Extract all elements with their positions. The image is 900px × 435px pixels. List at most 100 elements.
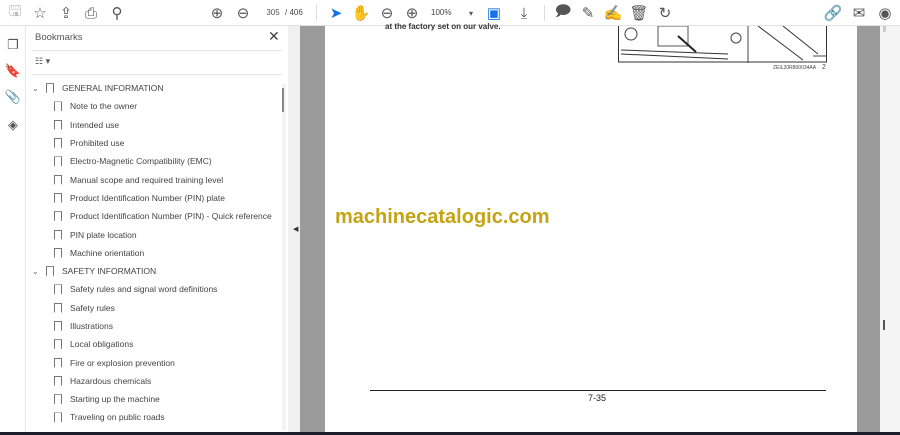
bookmark-item[interactable]: Illustrations: [26, 317, 282, 335]
bookmark-label: Product Identification Number (PIN) plat…: [70, 192, 225, 203]
bookmark-icon: [54, 339, 62, 350]
page-display-icon[interactable]: ▣: [484, 3, 504, 23]
bookmark-item[interactable]: Product Identification Number (PIN) plat…: [26, 189, 282, 207]
bookmark-label: Starting up the machine: [70, 394, 160, 405]
email-icon[interactable]: ✉: [849, 3, 869, 23]
page-thumbnails-icon[interactable]: ❐: [4, 36, 22, 54]
cloud-upload-icon[interactable]: ⇪: [56, 3, 76, 23]
panel-scrollbar-thumb[interactable]: [282, 88, 284, 112]
bookmark-item[interactable]: PIN plate location: [26, 225, 282, 243]
scrollbar-thumb[interactable]: [883, 26, 886, 32]
bookmark-label: Traveling on public roads: [70, 412, 165, 423]
bookmark-item[interactable]: Electro-Magnetic Compatibility (EMC): [26, 152, 282, 170]
bookmark-label: GENERAL INFORMATION: [62, 83, 164, 94]
bookmark-item[interactable]: Safety rules: [26, 299, 282, 317]
chevron-down-icon[interactable]: ⌄: [32, 84, 44, 93]
print-icon[interactable]: ⎙: [81, 3, 101, 23]
zoom-in-icon[interactable]: ⊕: [402, 3, 422, 23]
bookmark-icon: [54, 156, 62, 167]
attachment-icon[interactable]: 📎: [4, 88, 22, 106]
expand-panel-handle[interactable]: [883, 320, 885, 330]
bookmark-item[interactable]: Local obligations: [26, 335, 282, 353]
sign-icon[interactable]: ✍: [603, 3, 623, 23]
page-number-input[interactable]: 305: [262, 5, 284, 21]
bookmark-item[interactable]: Starting up the machine: [26, 390, 282, 408]
bookmark-label: Illustrations: [70, 321, 113, 331]
bookmarks-panel: Bookmarks ✕ ☷ ▾ ⌄ GENERAL INFORMATION Note…: [26, 26, 288, 432]
bookmark-item[interactable]: Intended use: [26, 116, 282, 134]
bookmark-item[interactable]: Prohibited use: [26, 134, 282, 152]
bookmark-label: Local obligations: [70, 339, 134, 350]
share-link-icon[interactable]: 🔗: [823, 3, 843, 23]
bookmark-label: Product Identification Number (PIN) - Qu…: [70, 211, 272, 222]
bookmark-item[interactable]: Machine orientation: [26, 244, 282, 262]
close-icon[interactable]: ✕: [268, 28, 280, 45]
bookmark-item[interactable]: ⌄ SAFETY INFORMATION: [26, 262, 282, 280]
bookmark-item[interactable]: Product Identification Number (PIN) - Qu…: [26, 207, 282, 225]
bookmark-icon: [54, 119, 62, 130]
bookmark-label: Prohibited use: [70, 138, 125, 149]
bookmark-label: Safety rules: [70, 302, 115, 313]
bookmark-icon: [54, 284, 62, 295]
bookmark-icon: [54, 229, 62, 240]
collapse-panel-icon[interactable]: ◀: [293, 225, 298, 233]
panel-scrollbar[interactable]: [282, 84, 286, 430]
comment-icon[interactable]: 🗩: [553, 3, 573, 23]
right-panel-strip: [880, 26, 900, 432]
find-icon[interactable]: ⚲: [107, 3, 127, 23]
bookmark-icon: [46, 83, 54, 94]
left-rail: ❐ 🔖 📎 ◈: [0, 26, 26, 435]
bookmark-item[interactable]: Safety rules and signal word definitions: [26, 280, 282, 298]
scroll-mode-icon[interactable]: ⤓: [514, 3, 534, 23]
bookmark-item[interactable]: Traveling on public roads: [26, 408, 282, 426]
chevron-down-icon[interactable]: ▾: [461, 3, 481, 23]
bookmark-icon[interactable]: 🔖: [4, 62, 22, 80]
figure-code: ZEIL20R800034AA: [773, 65, 817, 71]
bookmark-icon: [54, 357, 62, 368]
page-down-icon[interactable]: ⊖: [233, 3, 253, 23]
divider: [316, 5, 317, 21]
bookmark-item[interactable]: Manual scope and required training level: [26, 170, 282, 188]
account-icon[interactable]: ◉: [875, 3, 895, 23]
bookmark-icon: [54, 412, 62, 423]
page-footer-number: 7-35: [588, 393, 607, 403]
bookmark-list: ⌄ GENERAL INFORMATION Note to the owner Int…: [26, 79, 282, 427]
bookmark-label: PIN plate location: [70, 229, 137, 240]
bookmark-item[interactable]: Fire or explosion prevention: [26, 353, 282, 371]
bookmark-options-button[interactable]: ☷ ▾: [35, 56, 50, 67]
bookmark-item[interactable]: ⌄ GENERAL INFORMATION: [26, 79, 282, 97]
bookmark-icon: [54, 211, 62, 222]
layers-icon[interactable]: ◈: [4, 116, 22, 134]
chevron-down-icon[interactable]: ⌄: [32, 267, 44, 276]
bookmark-icon: [54, 321, 62, 331]
bookmark-label: Electro-Magnetic Compatibility (EMC): [70, 156, 212, 167]
bookmark-icon: [54, 394, 62, 405]
bookmark-label: Hazardous chemicals: [70, 375, 152, 386]
bookmark-item[interactable]: Note to the owner: [26, 97, 282, 115]
bookmark-icon: [54, 138, 62, 149]
bookmark-label: Machine orientation: [70, 247, 145, 258]
divider: [32, 74, 282, 75]
bookmark-label: Note to the owner: [70, 101, 138, 112]
save-icon[interactable]: 🖫: [5, 3, 25, 23]
select-cursor-icon[interactable]: ➤: [326, 3, 346, 23]
hand-icon[interactable]: ✋: [351, 3, 371, 23]
bookmark-icon: [54, 101, 62, 112]
bookmark-icon: [54, 302, 62, 313]
rotate-icon[interactable]: ↻: [655, 3, 675, 23]
zoom-select[interactable]: 100%: [431, 5, 461, 21]
divider: [544, 5, 545, 21]
page-text: at the factory set on our valve.: [385, 22, 501, 31]
delete-icon[interactable]: 🗑: [629, 3, 649, 23]
zoom-out-icon[interactable]: ⊖: [377, 3, 397, 23]
star-icon[interactable]: ☆: [30, 3, 50, 23]
watermark: machinecatalogic.com: [335, 206, 550, 228]
bookmark-label: Safety rules and signal word definitions: [70, 284, 218, 295]
bookmark-label: Intended use: [70, 119, 120, 130]
page-up-icon[interactable]: ⊕: [207, 3, 227, 23]
bookmark-label: Manual scope and required training level: [70, 174, 224, 185]
page-total: / 406: [285, 8, 303, 17]
panel-title: Bookmarks: [35, 32, 83, 43]
bookmark-item[interactable]: Hazardous chemicals: [26, 372, 282, 390]
highlight-pen-icon[interactable]: ✎: [578, 3, 598, 23]
